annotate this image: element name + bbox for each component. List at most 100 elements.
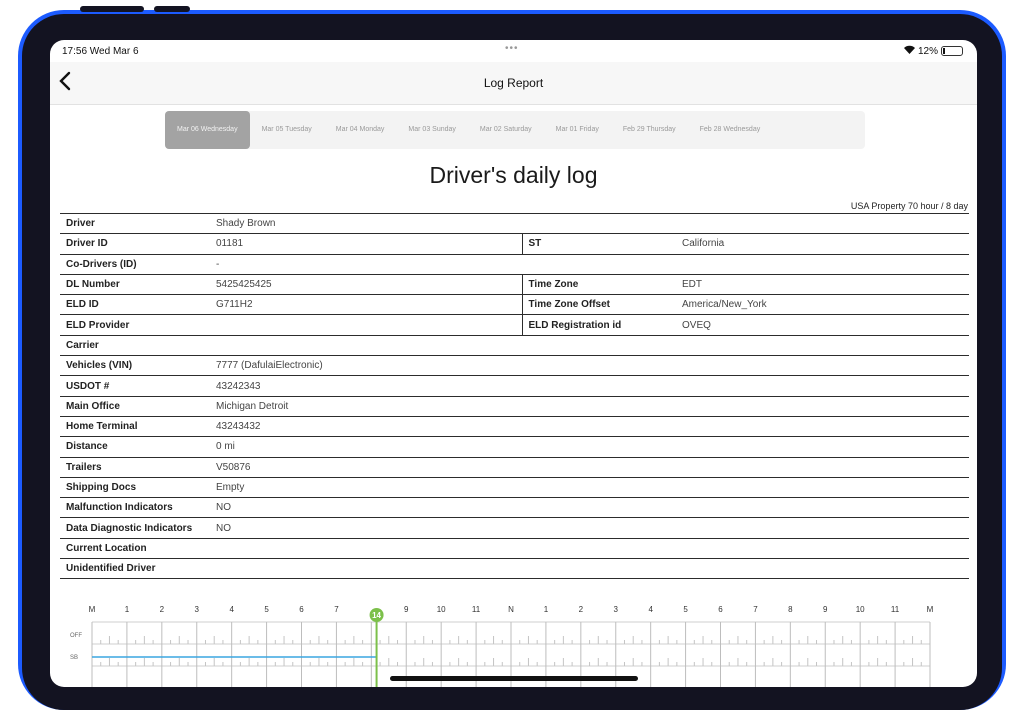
log-row: Home Terminal 43243432 (60, 416, 969, 438)
date-tab[interactable]: Mar 01 Friday (544, 111, 611, 149)
log-row: DL Number 5425425425 Time Zone EDT (60, 274, 969, 296)
log-row: USDOT #43242343 (60, 375, 969, 397)
field-value: NO (210, 517, 969, 539)
field-label: Distance (60, 436, 210, 458)
row-label: OFF (70, 633, 82, 639)
hour-label: 2 (579, 605, 584, 614)
field-value: G711H2 (210, 294, 522, 316)
log-table: Driver Shady Brown Driver ID 01181 ST Califor… (60, 212, 969, 580)
field-label: Driver (60, 212, 210, 235)
hour-label: 6 (718, 605, 723, 614)
field-label: Unidentified Driver (60, 558, 210, 580)
log-row: Driver ID 01181 ST California (60, 233, 969, 255)
field-label: Data Diagnostic Indicators (60, 517, 210, 539)
hour-label: 7 (753, 605, 758, 614)
hour-label: 1 (125, 605, 130, 614)
graph-svg: M 1 2 3 4 5 6 7 9 10 11 N 1 2 3 4 5 6 7 8 9 10 11 M OFF SB 14 (70, 605, 934, 687)
field-value (210, 538, 969, 560)
hour-label: 2 (160, 605, 165, 614)
home-indicator (390, 676, 638, 681)
field-label: DL Number (60, 274, 210, 296)
field-value: America/New_York (676, 294, 969, 316)
log-row: Unidentified Driver (60, 558, 969, 580)
hour-label: 11 (891, 605, 900, 614)
hour-label: 5 (683, 605, 688, 614)
hour-label: M (927, 605, 934, 614)
multitask-dots[interactable]: ••• (505, 43, 519, 54)
log-row: Driver Shady Brown (60, 212, 969, 235)
date-tab-selected[interactable]: Mar 06 Wednesday (165, 111, 250, 149)
hour-label: N (508, 605, 514, 614)
field-label: Time Zone Offset (521, 294, 676, 316)
page-title: Log Report (483, 76, 544, 90)
current-hour-label: 14 (372, 611, 381, 620)
field-value: V50876 (210, 457, 969, 478)
field-label: Vehicles (VIN) (60, 355, 210, 377)
field-label: ST (521, 233, 676, 255)
field-value: Michigan Detroit (210, 396, 969, 417)
field-label: Malfunction Indicators (60, 497, 210, 519)
field-label: ELD ID (60, 294, 210, 316)
field-value: Empty (210, 477, 969, 499)
field-label: ELD Provider (60, 314, 210, 336)
log-row: Main Office Michigan Detroit (60, 396, 969, 417)
hour-label: 7 (334, 605, 339, 614)
date-tab[interactable]: Mar 03 Sunday (396, 111, 467, 149)
field-value: NO (210, 497, 969, 519)
field-label: ELD Registration id (521, 314, 676, 336)
field-label: Home Terminal (60, 416, 210, 438)
log-row: Trailers V50876 (60, 457, 969, 478)
log-row: Current Location (60, 538, 969, 560)
field-value (210, 335, 969, 357)
field-label: Driver ID (60, 233, 210, 255)
date-selector: Mar 06 Wednesday Mar 05 Tuesday Mar 04 Mon… (165, 111, 865, 149)
date-tab[interactable]: Mar 02 Saturday (468, 111, 544, 149)
hour-label: 6 (299, 605, 304, 614)
hour-label: 9 (404, 605, 409, 614)
log-row: Co-Drivers (ID) - (60, 254, 969, 275)
log-row: Vehicles (VIN) 7777 (DafulaiElectronic) (60, 355, 969, 377)
field-value: 0 mi (210, 436, 969, 458)
power-button (154, 6, 190, 12)
hour-label: 10 (437, 605, 446, 614)
field-label: USDOT # (60, 375, 210, 397)
field-value: EDT (676, 274, 969, 296)
log-row: Malfunction Indicators NO (60, 497, 969, 519)
field-value: 43242343 (210, 375, 969, 397)
battery-icon (941, 46, 963, 56)
field-label: Main Office (60, 396, 210, 417)
ruleset-label: USA Property 70 hour / 8 day (850, 201, 968, 211)
hour-label: 3 (614, 605, 619, 614)
field-value (210, 558, 969, 580)
field-label: Trailers (60, 457, 210, 478)
row-label: SB (70, 655, 78, 661)
field-value: 7777 (DafulaiElectronic) (210, 355, 969, 377)
field-value: 43243432 (210, 416, 969, 438)
log-row: ELD ID G711H2 Time Zone Offset America/New_… (60, 294, 969, 316)
date-tab[interactable]: Feb 29 Thursday (611, 111, 688, 149)
field-label: Current Location (60, 538, 210, 560)
log-row: ELD Provider ELD Registration id OVEQ (60, 314, 969, 336)
nav-bar: Log Report (50, 62, 977, 105)
hour-label: 10 (856, 605, 865, 614)
field-label: Co-Drivers (ID) (60, 254, 210, 275)
volume-button (80, 6, 144, 12)
field-value: 5425425425 (210, 274, 522, 296)
field-value: 01181 (210, 233, 522, 255)
status-bar: 17:56 Wed Mar 6 ••• 12% (50, 40, 977, 62)
wifi-icon (903, 45, 915, 57)
log-row: Data Diagnostic Indicators NO (60, 517, 969, 539)
status-right: 12% (903, 45, 963, 57)
field-value: California (676, 233, 969, 255)
hour-label: 8 (788, 605, 793, 614)
hour-label: 1 (544, 605, 549, 614)
field-label: Carrier (60, 335, 210, 357)
status-time: 17:56 Wed Mar 6 (62, 46, 139, 57)
date-tab[interactable]: Feb 28 Wednesday (688, 111, 773, 149)
field-value: OVEQ (676, 314, 969, 336)
field-value: - (210, 254, 969, 275)
field-label: Shipping Docs (60, 477, 210, 499)
date-tab[interactable]: Mar 05 Tuesday (250, 111, 324, 149)
hour-label: 3 (195, 605, 200, 614)
date-tab[interactable]: Mar 04 Monday (324, 111, 397, 149)
